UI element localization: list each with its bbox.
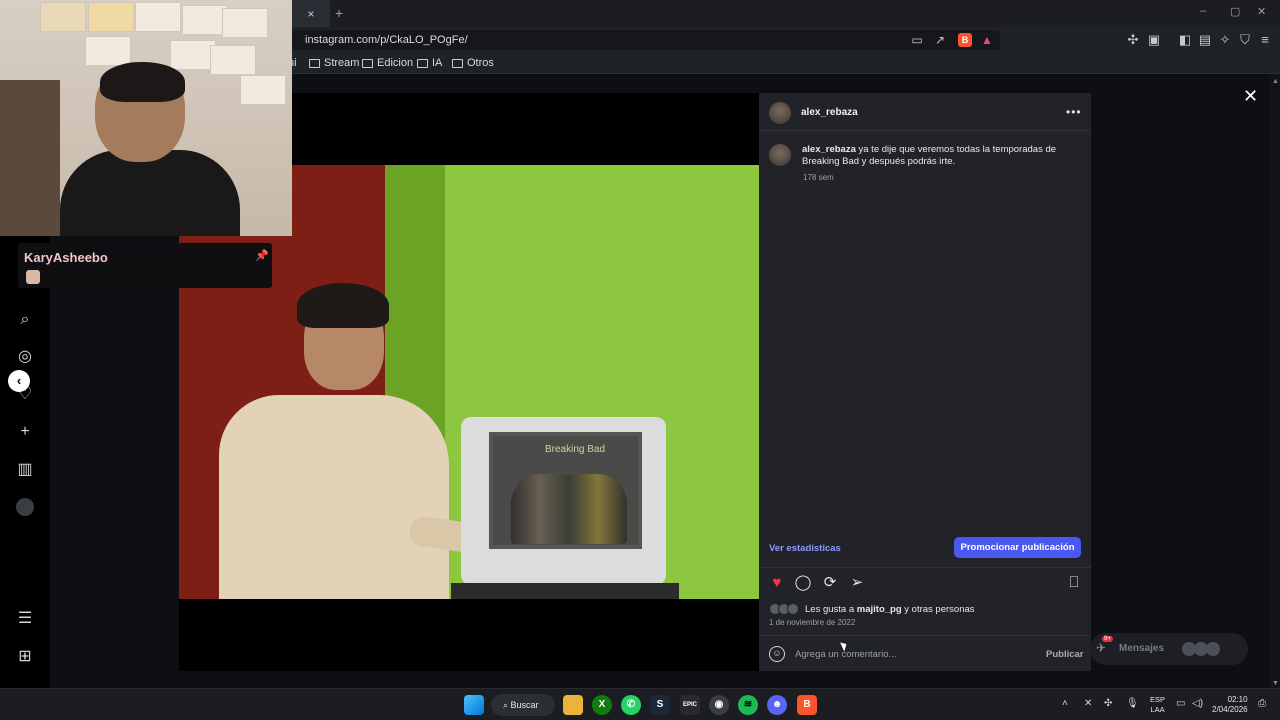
- url-box[interactable]: instagram.com/p/CkaLO_POgFe/ ▭ ↗ B ▲: [292, 30, 1000, 50]
- xbox-icon[interactable]: X: [592, 695, 612, 715]
- messages-badge: 9+: [1102, 636, 1113, 642]
- folder-icon: [309, 58, 320, 68]
- steam-icon[interactable]: S: [650, 695, 670, 715]
- previous-post-button[interactable]: ‹: [8, 370, 30, 392]
- notifications-icon[interactable]: ⎙: [1258, 698, 1266, 709]
- messages-label: Mensajes: [1119, 643, 1165, 654]
- spotify-icon[interactable]: ≋: [738, 695, 758, 715]
- message-avatar: [1206, 642, 1220, 656]
- chat-username: KaryAsheebo: [24, 250, 108, 265]
- wallet-icon[interactable]: ▤: [1197, 32, 1213, 48]
- emoji-icon[interactable]: ☺: [769, 646, 785, 662]
- dashboard-icon[interactable]: ▥: [16, 461, 34, 479]
- webcam-overlay: [0, 0, 292, 236]
- post-date: 1 de noviembre de 2022: [769, 618, 856, 627]
- menu-icon[interactable]: ≡: [1257, 32, 1273, 47]
- maximize-button[interactable]: ▢: [1230, 5, 1240, 18]
- obs-icon[interactable]: ◉: [709, 695, 729, 715]
- comment-input[interactable]: [795, 646, 1035, 662]
- search-icon[interactable]: ⌕: [16, 311, 34, 329]
- caption-avatar[interactable]: [769, 144, 791, 166]
- start-button[interactable]: [464, 695, 484, 715]
- pinned-chat-message: KaryAsheebo 📌: [18, 243, 272, 288]
- meta-apps-icon[interactable]: ⊞: [16, 648, 34, 666]
- browser-tab[interactable]: ×: [292, 0, 330, 27]
- brave-shields-icon[interactable]: B: [958, 33, 972, 47]
- share-icon[interactable]: ➢: [848, 574, 866, 592]
- whatsapp-icon[interactable]: ✆: [621, 695, 641, 715]
- likes-user[interactable]: majito_pg: [857, 604, 902, 615]
- more-options-icon[interactable]: •••: [1066, 105, 1082, 119]
- profile-avatar[interactable]: [16, 498, 34, 516]
- post-caption: alex_rebaza ya te dije que veremos todas…: [802, 144, 1062, 168]
- microphone-icon[interactable]: 🎙: [1126, 698, 1139, 709]
- taskbar: ⌕ Buscar X ✆ S EPIC ◉ ≋ ☻ B ˄ ✕ ✣ 🎙 ESP L…: [0, 688, 1280, 720]
- bookmark-folder-otros[interactable]: Otros: [452, 57, 494, 69]
- author-avatar[interactable]: [769, 102, 791, 124]
- tv-title: Breaking Bad: [545, 444, 606, 455]
- file-explorer-icon[interactable]: [563, 695, 583, 715]
- epic-games-icon[interactable]: EPIC: [680, 695, 700, 715]
- post-details-panel: alex_rebaza ••• alex_rebaza ya te dije q…: [759, 93, 1091, 671]
- bookmark-folder-edicion[interactable]: Edicion: [362, 57, 413, 69]
- sidebar-icon[interactable]: ◧: [1177, 32, 1193, 48]
- tv-set: Breaking Bad: [461, 417, 666, 585]
- explore-icon[interactable]: ◎: [16, 348, 34, 366]
- post-author[interactable]: alex_rebaza: [801, 107, 858, 118]
- close-modal-icon[interactable]: ✕: [1243, 86, 1258, 107]
- scroll-down-arrow[interactable]: ▼: [1272, 680, 1279, 687]
- minimize-button[interactable]: –: [1200, 5, 1206, 17]
- new-tab-button[interactable]: +: [335, 5, 349, 21]
- likes-summary[interactable]: Les gusta a majito_pg y otras personas: [805, 604, 975, 615]
- brave-rewards-icon[interactable]: ▲: [980, 33, 994, 47]
- chat-emote: [26, 270, 40, 284]
- extensions-icon[interactable]: ✣: [1125, 32, 1141, 48]
- search-icon: ⌕: [503, 700, 511, 710]
- url-text[interactable]: instagram.com/p/CkaLO_POgFe/: [305, 34, 468, 46]
- cast-icon[interactable]: ▭: [910, 33, 924, 47]
- caption-time[interactable]: 178 sem: [803, 173, 834, 182]
- scroll-up-arrow[interactable]: ▲: [1272, 78, 1279, 85]
- repost-icon[interactable]: ⟳: [821, 574, 839, 592]
- tab-close-icon[interactable]: ×: [307, 7, 314, 21]
- leo-ai-icon[interactable]: ✧: [1217, 32, 1233, 48]
- create-icon[interactable]: +: [16, 423, 34, 441]
- taskbar-search[interactable]: ⌕ Buscar: [491, 694, 555, 716]
- promote-post-button[interactable]: Promocionar publicación: [954, 537, 1081, 558]
- page-scrollbar[interactable]: [1270, 74, 1280, 688]
- system-clock[interactable]: 02:10 2/04/2026: [1212, 695, 1248, 715]
- tray-app-icon[interactable]: ✣: [1104, 698, 1112, 709]
- vpn-icon[interactable]: ⛉: [1237, 32, 1253, 48]
- comment-icon[interactable]: ◯: [794, 574, 812, 592]
- bookmark-folder-ia[interactable]: IA: [417, 57, 442, 69]
- save-bookmark-icon[interactable]: ⎕: [1065, 574, 1083, 592]
- tv-screen: Breaking Bad: [489, 432, 642, 549]
- messages-button[interactable]: ✈ 9+ Mensajes: [1090, 633, 1248, 665]
- more-menu-icon[interactable]: ☰: [16, 610, 34, 628]
- reader-icon[interactable]: ▣: [1146, 32, 1162, 48]
- liker-avatar: [787, 603, 799, 615]
- folder-icon: [452, 58, 463, 68]
- tray-overflow-icon[interactable]: ˄: [1062, 698, 1068, 709]
- publish-button[interactable]: Publicar: [1046, 649, 1084, 660]
- bookmark-folder-stream[interactable]: Stream: [309, 57, 359, 69]
- brave-browser-icon[interactable]: B: [797, 695, 817, 715]
- messenger-icon: ✈: [1096, 641, 1107, 655]
- folder-icon: [362, 58, 373, 68]
- network-icon[interactable]: ▭: [1176, 698, 1185, 709]
- language-indicator[interactable]: ESP LAA: [1150, 695, 1165, 715]
- volume-icon[interactable]: ◁): [1192, 698, 1203, 709]
- share-icon[interactable]: ↗: [933, 33, 947, 47]
- caption-username[interactable]: alex_rebaza: [802, 144, 856, 155]
- folder-icon: [417, 58, 428, 68]
- close-window-button[interactable]: ✕: [1257, 5, 1266, 18]
- discord-icon[interactable]: ☻: [767, 695, 787, 715]
- view-insights-link[interactable]: Ver estadísticas: [769, 543, 841, 554]
- pin-icon: 📌: [255, 250, 269, 262]
- like-heart-icon[interactable]: ♥: [768, 574, 786, 592]
- tray-app-icon[interactable]: ✕: [1084, 698, 1092, 709]
